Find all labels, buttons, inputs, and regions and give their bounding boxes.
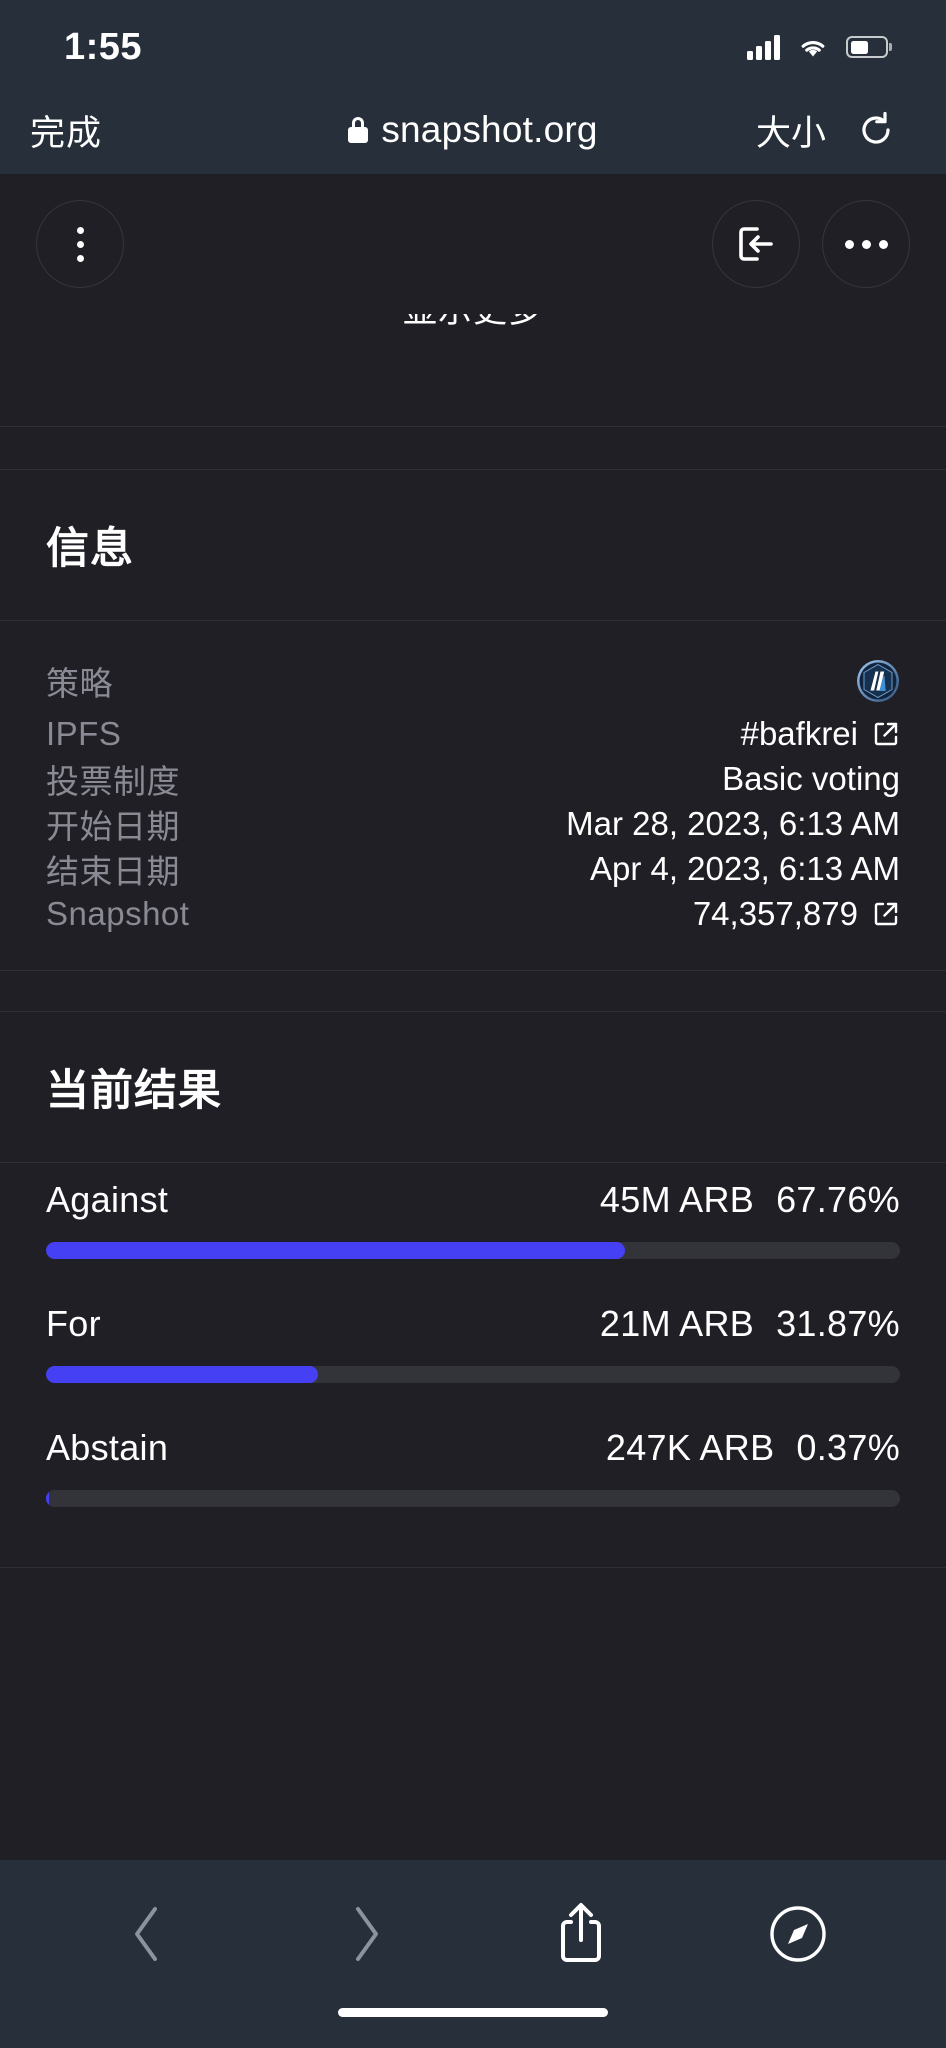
- info-value: Basic voting: [722, 759, 900, 797]
- info-value[interactable]: #bafkrei: [741, 715, 900, 753]
- home-indicator[interactable]: [338, 2008, 608, 2017]
- lock-icon: [348, 117, 369, 143]
- info-row-voting-system: 投票制度 Basic voting: [46, 756, 900, 801]
- info-row-end-date: 结束日期 Apr 4, 2023, 6:13 AM: [46, 846, 900, 891]
- arbitrum-logo-icon: [857, 660, 899, 702]
- info-row-ipfs: IPFS #bafkrei: [46, 711, 900, 756]
- external-link-icon[interactable]: [872, 720, 900, 748]
- show-more-truncated-label[interactable]: 显示更多: [0, 314, 946, 372]
- info-label: 结束日期: [46, 852, 180, 890]
- url-bar-actions: 大小: [756, 105, 896, 156]
- result-choice-label: For: [46, 1303, 101, 1344]
- spacer-block-2: [0, 427, 946, 469]
- app-toolbar-actions: [712, 200, 910, 288]
- kebab-menu-icon[interactable]: [36, 200, 124, 288]
- spacer-block-3: [0, 971, 946, 1011]
- results-section-header: 当前结果: [0, 1012, 946, 1162]
- result-row: Abstain 247K ARB 0.37%: [46, 1427, 900, 1507]
- result-progress-track: [46, 1242, 900, 1259]
- reload-icon[interactable]: [856, 110, 896, 150]
- results-section-title: 当前结果: [46, 1067, 222, 1115]
- info-value-text: 74,357,879: [692, 894, 858, 932]
- spacer-block: [0, 372, 946, 426]
- result-values: 21M ARB 31.87%: [600, 1303, 900, 1345]
- divider: [0, 1567, 946, 1568]
- info-row-snapshot: Snapshot 74,357,879: [46, 891, 900, 936]
- status-bar: 1:55: [0, 0, 946, 86]
- text-size-button[interactable]: 大小: [756, 105, 826, 156]
- chevron-right-icon[interactable]: [330, 1899, 400, 1969]
- more-horizontal-icon[interactable]: [822, 200, 910, 288]
- result-row: For 21M ARB 31.87%: [46, 1303, 900, 1383]
- result-choice-label: Against: [46, 1179, 169, 1220]
- page-content: 显示更多 信息 策略: [0, 174, 946, 1860]
- external-link-icon[interactable]: [872, 900, 900, 928]
- status-bar-clock: 1:55: [64, 25, 143, 68]
- info-list: 策略 IPFS #bafkrei 投票制度 Basic voting 开始日期 …: [0, 621, 946, 970]
- result-progress-track: [46, 1366, 900, 1383]
- result-progress-fill: [46, 1242, 625, 1259]
- result-values: 45M ARB 67.76%: [600, 1179, 900, 1221]
- result-percent: 67.76%: [776, 1179, 900, 1220]
- info-value-text: #bafkrei: [740, 714, 858, 752]
- info-label: 投票制度: [46, 762, 180, 800]
- browser-bottom-toolbar: [0, 1860, 946, 2008]
- result-row-header: Against 45M ARB 67.76%: [46, 1179, 900, 1221]
- result-amount: 21M ARB: [599, 1303, 755, 1344]
- battery-icon: [846, 36, 888, 58]
- result-progress-fill: [46, 1490, 50, 1507]
- home-indicator-area: [0, 2008, 946, 2048]
- result-percent: 31.87%: [776, 1303, 900, 1344]
- done-button[interactable]: 完成: [30, 105, 102, 156]
- info-section-header: 信息: [0, 470, 946, 620]
- info-row-start-date: 开始日期 Mar 28, 2023, 6:13 AM: [46, 801, 900, 846]
- browser-url-bar: 完成 snapshot.org 大小: [0, 86, 946, 174]
- info-value: Mar 28, 2023, 6:13 AM: [566, 804, 900, 842]
- result-amount: 247K ARB: [605, 1427, 775, 1468]
- url-host-text: snapshot.org: [381, 109, 598, 150]
- result-amount: 45M ARB: [599, 1179, 755, 1220]
- result-choice-label: Abstain: [46, 1427, 169, 1468]
- info-section-title: 信息: [46, 525, 134, 573]
- exit-arrow-icon[interactable]: [712, 200, 800, 288]
- result-row-header: Abstain 247K ARB 0.37%: [46, 1427, 900, 1469]
- info-label: IPFS: [46, 714, 122, 752]
- compass-icon[interactable]: [763, 1899, 833, 1969]
- show-more-text: 显示更多: [403, 314, 543, 328]
- info-value[interactable]: [856, 659, 900, 703]
- wifi-icon: [797, 35, 829, 59]
- share-icon[interactable]: [546, 1899, 616, 1969]
- app-top-toolbar: [0, 174, 946, 314]
- result-progress-track: [46, 1490, 900, 1507]
- result-percent: 0.37%: [796, 1427, 900, 1468]
- cellular-signal-icon: [747, 34, 780, 60]
- info-row-strategy: 策略: [46, 651, 900, 711]
- result-row-header: For 21M ARB 31.87%: [46, 1303, 900, 1345]
- info-value: Apr 4, 2023, 6:13 AM: [589, 849, 900, 887]
- result-values: 247K ARB 0.37%: [606, 1427, 900, 1469]
- status-bar-indicators: [747, 26, 888, 60]
- info-label: 策略: [46, 665, 113, 702]
- info-label: 开始日期: [46, 807, 180, 845]
- result-progress-fill: [46, 1366, 319, 1383]
- results-list: Against 45M ARB 67.76% For 21M ARB 31.87% Abst…: [0, 1163, 946, 1567]
- chevron-left-icon[interactable]: [113, 1899, 183, 1969]
- result-row: Against 45M ARB 67.76%: [46, 1179, 900, 1259]
- info-label: Snapshot: [46, 894, 190, 932]
- info-value[interactable]: 74,357,879: [693, 895, 900, 933]
- mobile-browser-screen: 1:55 完成 snapshot.org 大小 信息 策略 IPFS #bafk…: [0, 0, 946, 2048]
